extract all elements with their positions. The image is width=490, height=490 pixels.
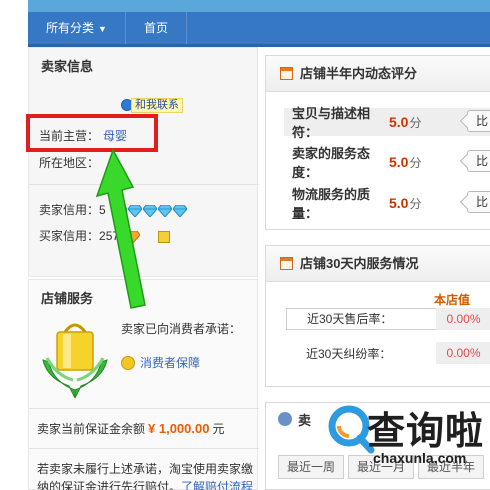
divider	[29, 448, 259, 449]
svc-label: 近30天售后率：	[286, 308, 436, 330]
location-row: 所在地区：	[39, 154, 99, 171]
highlight-annotation-box	[26, 114, 158, 152]
rating-unit: 分	[409, 155, 422, 170]
compare-button[interactable]: 比	[467, 150, 490, 172]
divider	[29, 184, 259, 185]
rating-row-service: 卖家的服务态度： 5.0 分 比	[284, 146, 490, 180]
rating-label: 宝贝与描述相符：	[292, 106, 371, 140]
deposit-row: 卖家当前保证金余额 ¥ 1,000.00 元	[37, 420, 224, 437]
watermark: 查询啦 chaxunla.com	[325, 398, 490, 478]
consumer-guarantee-link[interactable]: 消费者保障	[121, 354, 200, 371]
consumer-protection-bag-icon	[39, 320, 111, 400]
nav-home[interactable]: 首页	[126, 12, 186, 44]
seller-credit-value: 5	[99, 203, 106, 217]
service-30-days-header: 店铺30天内服务情况	[266, 246, 490, 282]
calendar-icon	[280, 257, 293, 270]
seller-credit-diamonds[interactable]	[113, 204, 188, 217]
contact-seller-button[interactable]: 和我联系	[121, 97, 183, 113]
after-sale-rate-row[interactable]: 近30天售后率： 0.00%	[286, 308, 490, 330]
rating-unit: 分	[409, 115, 422, 130]
dynamic-rating-title: 店铺半年内动态评分	[300, 65, 418, 81]
note-line-2: 纳的保证金进行先行赔付。	[37, 480, 182, 490]
compensation-note: 若卖家未履行上述承诺，淘宝使用卖家缴 纳的保证金进行先行赔付。了解赔付流程	[37, 460, 259, 490]
svc-value: 0.00%	[436, 308, 490, 330]
location-label: 所在地区：	[39, 156, 100, 170]
dynamic-rating-panel: 店铺半年内动态评分 宝贝与描述相符： 5.0 分 比 卖家的服务态度： 5.0 分 …	[265, 55, 490, 230]
seller-info-title: 卖家信息	[41, 59, 94, 74]
deposit-label: 卖家当前保证金余额	[37, 422, 146, 436]
svc-value: 0.00%	[436, 342, 490, 364]
service-30-days-panel: 店铺30天内服务情况 本店值 近30天售后率： 0.00% 近30天纠纷率： 0…	[265, 245, 490, 387]
svc-label: 近30天纠纷率：	[306, 346, 392, 361]
seller-info-panel: 卖家信息 和我联系 当前主营： 母婴 所在地区： 卖家信用：5 买家信用：257	[26, 47, 259, 277]
left-sidebar: 卖家信息 和我联系 当前主营：母婴 所在地区： 卖家信用：5 买家信用：257	[26, 47, 259, 490]
compare-button[interactable]: 比	[467, 110, 490, 132]
buyer-credit-label: 买家信用：	[39, 229, 100, 243]
diamond-icon	[128, 204, 143, 217]
compensation-process-link[interactable]: 了解赔付流程	[181, 480, 253, 490]
diamond-icon	[113, 204, 128, 217]
seller-credit-row: 卖家信用：5	[39, 201, 188, 218]
shop-nav-bar: 所有分类 ▼ 首页	[28, 12, 490, 44]
nav-divider	[185, 12, 187, 44]
rating-row-logistics: 物流服务的质量： 5.0 分 比	[284, 187, 490, 221]
note-line-1: 若卖家未履行上述承诺，淘宝使用卖家缴	[37, 462, 254, 476]
note-line-2-wrap: 纳的保证金进行先行赔付。了解赔付流程	[37, 478, 259, 490]
caret-down-icon: ▼	[98, 24, 107, 34]
shop-service-title: 店铺服务	[41, 291, 94, 306]
calendar-icon	[280, 67, 293, 80]
rating-score: 5.0	[389, 195, 409, 211]
rating-score: 5.0	[389, 114, 409, 130]
rating-label: 卖家的服务态度：	[292, 146, 371, 180]
rating-unit: 分	[409, 196, 422, 211]
contact-seller-label: 和我联系	[131, 97, 183, 113]
seller-credit-label: 卖家信用：	[39, 203, 100, 217]
shop-service-panel: 店铺服务 卖家已向消费者承诺： 消费者保障 卖家当前保证金余额 ¥ 1,000.0…	[28, 279, 259, 490]
verified-badge-icon	[157, 230, 170, 243]
deposit-unit: 元	[212, 422, 225, 436]
third-panel-title: 卖	[298, 412, 312, 428]
shop-value-column-head: 本店值	[433, 293, 470, 307]
promise-text: 卖家已向消费者承诺：	[121, 322, 242, 336]
dynamic-rating-header: 店铺半年内动态评分	[266, 56, 490, 92]
rating-score: 5.0	[389, 154, 409, 170]
top-strip	[28, 0, 490, 12]
person-icon	[278, 412, 292, 426]
watermark-text: 查询啦	[367, 409, 485, 453]
gold-diamond-icon	[126, 230, 141, 243]
deposit-amount: ¥ 1,000.00	[148, 421, 210, 436]
compare-button[interactable]: 比	[467, 191, 490, 213]
nav-all-categories-label: 所有分类	[46, 21, 95, 35]
buyer-credit-row: 买家信用：257	[39, 227, 170, 244]
rating-label: 物流服务的质量：	[292, 187, 371, 221]
buyer-credit-value: 257	[99, 229, 120, 243]
watermark-url: chaxunla.com	[373, 450, 467, 466]
diamond-icon	[158, 204, 173, 217]
service-30-days-title: 店铺30天内服务情况	[300, 255, 419, 271]
dispute-rate-row: 近30天纠纷率： 0.00%	[286, 342, 490, 364]
rating-row-description: 宝贝与描述相符： 5.0 分 比	[284, 106, 490, 140]
guarantee-label: 消费者保障	[140, 356, 201, 370]
nav-all-categories[interactable]: 所有分类 ▼	[28, 12, 125, 44]
buyer-credit-icons[interactable]	[126, 230, 141, 243]
diamond-icon	[173, 204, 188, 217]
guarantee-icon	[121, 355, 135, 370]
divider	[29, 408, 259, 409]
diamond-icon	[143, 204, 158, 217]
